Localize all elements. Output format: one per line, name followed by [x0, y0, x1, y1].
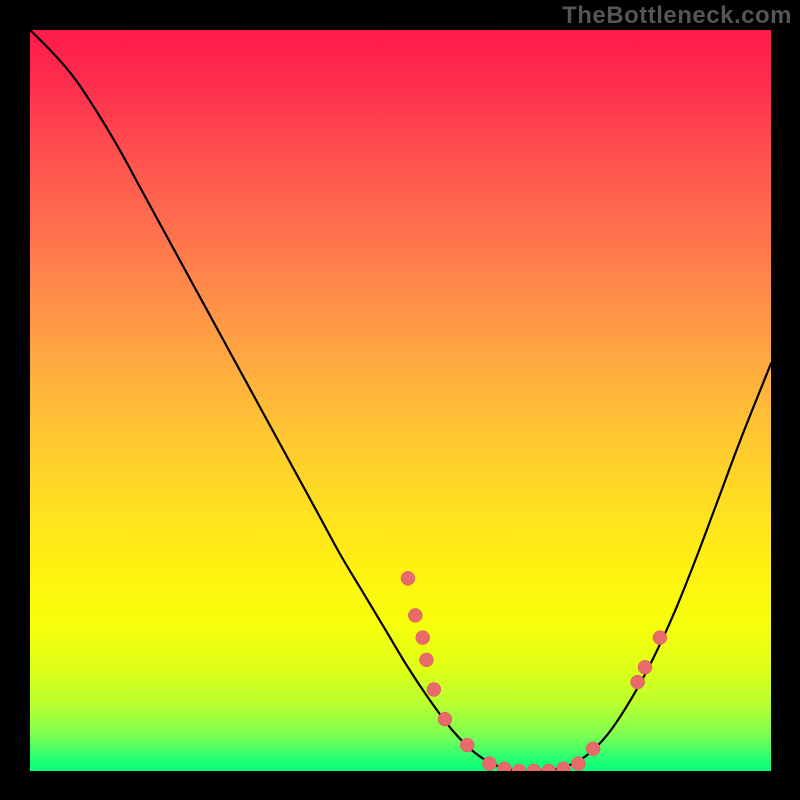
- data-point: [631, 675, 645, 689]
- data-point: [416, 631, 430, 645]
- chart-container: TheBottleneck.com: [0, 0, 800, 800]
- data-point: [557, 762, 571, 771]
- data-point: [408, 608, 422, 622]
- data-point: [653, 631, 667, 645]
- watermark-text: TheBottleneck.com: [562, 2, 792, 30]
- data-point: [460, 738, 474, 752]
- data-point: [419, 653, 433, 667]
- data-point: [571, 757, 585, 771]
- curve-layer: [30, 30, 771, 771]
- data-point: [401, 571, 415, 585]
- data-point: [438, 712, 452, 726]
- data-point: [542, 764, 556, 771]
- data-point: [427, 682, 441, 696]
- data-point: [586, 742, 600, 756]
- data-point: [482, 757, 496, 771]
- data-points: [401, 571, 667, 771]
- plot-area: [30, 30, 771, 771]
- bottleneck-curve: [30, 30, 771, 771]
- data-point: [512, 764, 526, 771]
- data-point: [638, 660, 652, 674]
- data-point: [497, 762, 511, 771]
- data-point: [527, 764, 541, 771]
